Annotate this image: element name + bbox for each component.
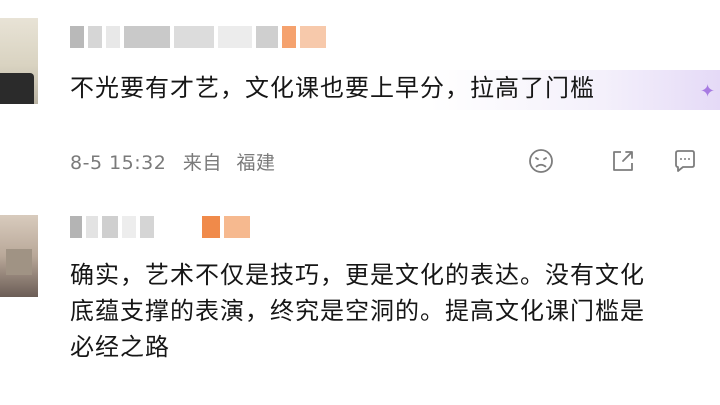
comment-icon[interactable] xyxy=(668,144,702,178)
emoji-icon[interactable] xyxy=(524,144,558,178)
sparkle-icon: ✦ xyxy=(700,81,716,102)
comment-text-line: 必经之路 xyxy=(70,333,170,361)
comment-location: 福建 xyxy=(236,152,276,174)
comment-item: 确实，艺术不仅是技巧，更是文化的表达。没有文化 底蕴支撑的表演，终究是空洞的。提… xyxy=(0,195,720,405)
comment-text: 不光要有才艺，文化课也要上早分，拉高了门槛 xyxy=(70,70,595,106)
comment-text-line: 确实，艺术不仅是技巧，更是文化的表达。没有文化 xyxy=(70,261,645,289)
comment-meta: 8-5 15:32 来自 福建 xyxy=(70,148,275,175)
comment-actions xyxy=(520,144,720,178)
comment-text-line: 底蕴支撑的表演，终究是空洞的。提高文化课门槛是 xyxy=(70,297,645,325)
comment-item: ✦ 不光要有才艺，文化课也要上早分，拉高了门槛 8-5 15:32 来自 福建 xyxy=(0,0,720,195)
avatar[interactable] xyxy=(0,215,38,297)
comment-text: 确实，艺术不仅是技巧，更是文化的表达。没有文化 底蕴支撑的表演，终究是空洞的。提… xyxy=(70,257,645,365)
username-blurred[interactable] xyxy=(70,212,250,242)
comment-time: 8-5 15:32 xyxy=(70,152,167,174)
share-icon[interactable] xyxy=(606,144,640,178)
comment-text-line: 不光要有才艺，文化课也要上早分，拉高了门槛 xyxy=(70,74,595,102)
from-label: 来自 xyxy=(182,152,222,174)
avatar[interactable] xyxy=(0,18,38,104)
username-blurred[interactable] xyxy=(70,22,326,52)
